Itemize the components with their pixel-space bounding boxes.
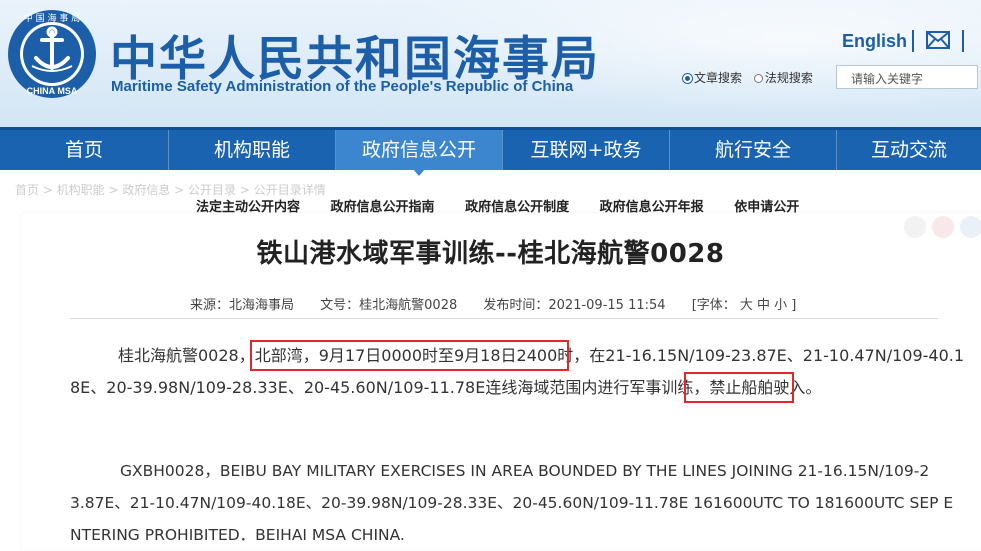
- divider: [962, 30, 964, 52]
- article-cn-line-2: 8E、20-39.98N/109-28.33E、20-45.60N/109-11…: [70, 372, 938, 404]
- radio-rule-label[interactable]: 法规搜索: [765, 71, 813, 85]
- nav-internet-gov[interactable]: 互联网+政务: [503, 130, 669, 170]
- nav-navigation-safety[interactable]: 航行安全: [670, 130, 836, 170]
- search-input[interactable]: 请输入关键字: [836, 65, 978, 89]
- highlight-box-dates: [250, 340, 569, 371]
- cn-text: 桂北海航警0028，: [118, 346, 255, 365]
- article-meta: 来源：北海海事局 文号：桂北海航警0028 发布时间：2021-09-15 11…: [190, 294, 818, 313]
- nav-home[interactable]: 首页: [0, 130, 168, 170]
- cn-text: 8E、20-39.98N/109-28.33E、20-45.60N/109-11…: [70, 378, 710, 397]
- english-link[interactable]: English: [842, 31, 907, 52]
- search-type-group: 文章搜索 法规搜索: [683, 69, 813, 86]
- site-title-en: Maritime Safety Administration of the Pe…: [111, 78, 574, 95]
- subnav-item[interactable]: 依申请公开: [734, 200, 799, 215]
- nav-active-arrow: [412, 168, 426, 176]
- main-nav: 首页 机构职能 政府信息公开 互联网+政务 航行安全 互动交流: [0, 127, 981, 170]
- nav-gov-info[interactable]: 政府信息公开: [336, 130, 502, 170]
- meta-divider: [70, 318, 938, 319]
- site-header: 中 国 海 事 局 CHINA MSA 中华人民共和国海事局 Maritime …: [0, 0, 981, 127]
- article-en-line-1: GXBH0028，BEIBU BAY MILITARY EXERCISES IN…: [120, 462, 930, 480]
- radio-doc-label[interactable]: 文章搜索: [694, 71, 742, 85]
- logo-bottom-text: CHINA MSA: [27, 86, 78, 96]
- article-title: 铁山港水域军事训练--桂北海航警0028: [256, 239, 725, 269]
- china-msa-logo[interactable]: 中 国 海 事 局 CHINA MSA: [6, 8, 98, 100]
- mail-icon[interactable]: [926, 31, 950, 49]
- font-size-switcher[interactable]: [字体： 大 中 小 ]: [692, 298, 797, 313]
- article-en-line-2: 3.87E、21-10.47N/109-40.18E、20-39.98N/109…: [70, 494, 954, 512]
- subnav-item[interactable]: 法定主动公开内容: [196, 200, 300, 215]
- cn-text: ，在21-16.15N/109-23.87E、21-10.47N/109-40.…: [573, 346, 965, 365]
- logo-top-text: 中 国 海 事 局: [24, 12, 80, 24]
- sub-nav: 法定主动公开内容 政府信息公开指南 政府信息公开制度 政府信息公开年报 依申请公…: [196, 196, 825, 215]
- highlight-box-prohibited: [684, 372, 794, 403]
- radio-rule-search[interactable]: [753, 74, 763, 83]
- article-en-line-3: NTERING PROHIBITED．BEIHAI MSA CHINA.: [70, 526, 405, 544]
- nav-interaction[interactable]: 互动交流: [837, 130, 981, 170]
- subnav-item[interactable]: 政府信息公开指南: [331, 200, 435, 215]
- meta-date: 发布时间：2021-09-15 11:54: [483, 298, 666, 313]
- subnav-item[interactable]: 政府信息公开年报: [600, 200, 704, 215]
- meta-doc-no: 文号：桂北海航警0028: [320, 298, 458, 313]
- subnav-item[interactable]: 政府信息公开制度: [465, 200, 569, 215]
- radio-doc-search[interactable]: [683, 74, 692, 83]
- meta-source: 来源：北海海事局: [190, 298, 295, 313]
- divider: [912, 30, 914, 52]
- nav-functions[interactable]: 机构职能: [169, 130, 335, 170]
